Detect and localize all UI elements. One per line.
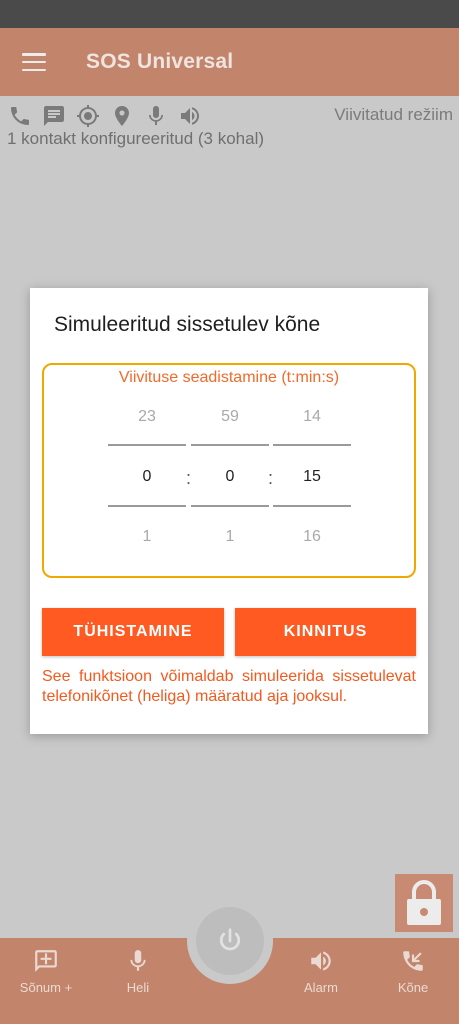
message-icon	[44, 106, 64, 126]
nav-voice-button[interactable]: Heli	[98, 948, 178, 995]
dialog-title: Simuleeritud sissetulev kõne	[54, 313, 321, 336]
minutes-current-value[interactable]: 0	[191, 468, 269, 486]
nav-call-button[interactable]: Kõne	[373, 948, 453, 995]
divider	[108, 505, 186, 507]
hours-current-value[interactable]: 0	[108, 468, 186, 486]
system-status-bar	[0, 0, 459, 28]
gps-icon	[77, 105, 99, 127]
nav-voice-label: Heli	[126, 980, 150, 995]
app-title: SOS Universal	[86, 50, 234, 73]
speaker-icon	[311, 951, 331, 971]
divider	[108, 444, 186, 446]
status-icons-row	[8, 104, 202, 128]
microphone-icon	[130, 950, 146, 971]
confirm-button[interactable]: KINNITUS	[235, 608, 416, 656]
seconds-current-value[interactable]: 15	[273, 468, 351, 486]
app-bar: SOS Universal	[0, 28, 459, 96]
divider	[191, 505, 269, 507]
add-message-icon	[35, 950, 57, 972]
hours-prev-value[interactable]: 23	[108, 408, 186, 426]
power-button[interactable]	[187, 898, 273, 984]
incoming-call-icon	[403, 951, 423, 971]
microphone-icon	[149, 106, 163, 125]
mode-label: Viivitatud režiim	[334, 105, 453, 124]
hours-next-value[interactable]: 1	[108, 528, 186, 546]
cancel-button[interactable]: TÜHISTAMINE	[42, 608, 224, 656]
delay-picker: Viivituse seadistamine (t:min:s) 23 0 1 …	[42, 363, 416, 578]
power-icon	[219, 928, 241, 951]
nav-sms-button[interactable]: Sõnum +	[6, 948, 86, 995]
seconds-next-value[interactable]: 16	[273, 528, 351, 546]
divider	[273, 505, 351, 507]
nav-sms-label: Sõnum +	[19, 980, 73, 995]
minutes-next-value[interactable]: 1	[191, 528, 269, 546]
minutes-prev-value[interactable]: 59	[191, 408, 269, 426]
hamburger-menu-icon[interactable]	[22, 53, 46, 71]
picker-caption: Viivituse seadistamine (t:min:s)	[118, 369, 340, 386]
nav-alarm-button[interactable]: Alarm	[281, 948, 361, 995]
lock-icon	[407, 880, 441, 925]
nav-alarm-label: Alarm	[304, 980, 338, 995]
divider	[191, 444, 269, 446]
contact-status: 1 kontakt konfigureeritud (3 kohal)	[7, 129, 265, 148]
lock-button[interactable]	[395, 874, 453, 932]
location-pin-icon	[115, 106, 129, 126]
seconds-prev-value[interactable]: 14	[273, 408, 351, 426]
simulated-call-dialog: Simuleeritud sissetulev kõne Viivituse s…	[30, 288, 428, 734]
phone-icon	[11, 107, 29, 125]
nav-call-label: Kõne	[397, 980, 429, 995]
dialog-description: See funktsioon võimaldab simuleerida sis…	[42, 668, 416, 705]
speaker-icon	[181, 107, 199, 125]
divider	[273, 444, 351, 446]
